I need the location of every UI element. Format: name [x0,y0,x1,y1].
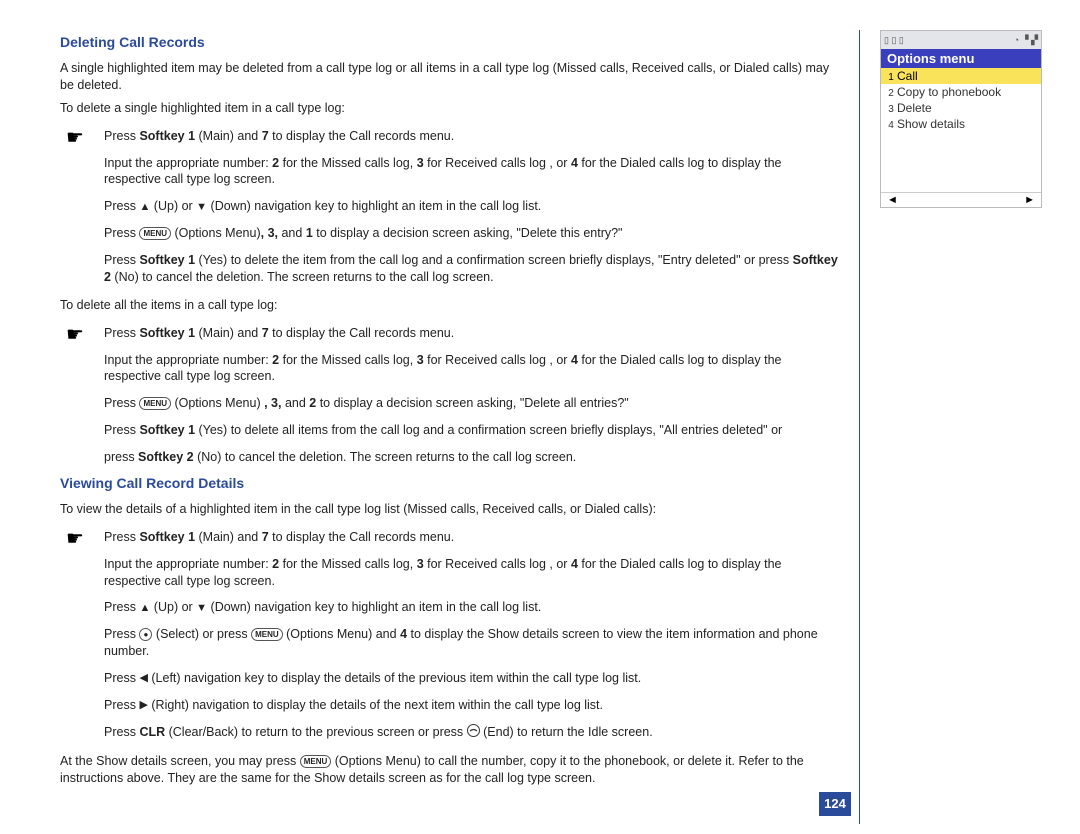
phone-menu-item: 3Delete [881,100,1041,116]
step: Press CLR (Clear/Back) to return to the … [60,719,839,747]
step: Press MENU (Options Menu) , 3, and 2 to … [60,390,839,417]
phone-status-bar: ▯ ▯ ▯ ◔ ▝ ▞ [881,31,1041,49]
phone-screenshot: ▯ ▯ ▯ ◔ ▝ ▞ Options menu 1Call 2Copy to … [880,30,1042,208]
menu-key-icon: MENU [251,628,283,641]
step: Input the appropriate number: 2 for the … [60,347,839,391]
para-lead1: To delete a single highlighted item in a… [60,100,839,117]
phone-menu-item: 2Copy to phonebook [881,84,1041,100]
phone-menu-title: Options menu [881,49,1041,68]
para-intro2: To view the details of a highlighted ite… [60,501,839,518]
step: Input the appropriate number: 2 for the … [60,551,839,595]
end-key-icon [467,724,480,742]
page-number: 124 [819,792,851,816]
step: Press Softkey 1 (Main) and 7 to display … [60,123,839,150]
softkey-right-icon: ► [1024,194,1035,206]
step: Press Softkey 1 (Yes) to delete the item… [60,247,839,291]
step: Input the appropriate number: 2 for the … [60,150,839,194]
left-icon: ◀ [139,671,147,686]
steps-delete-single: Press Softkey 1 (Main) and 7 to display … [60,123,839,291]
step: press Softkey 2 (No) to cancel the delet… [60,444,839,471]
phone-blank-area [881,132,1041,192]
heading-viewing: Viewing Call Record Details [60,475,839,491]
phone-menu-item: 1Call [881,68,1041,84]
menu-key-icon: MENU [139,227,171,240]
step: Press MENU (Options Menu), 3, and 1 to d… [60,220,839,247]
step: Press ▲ (Up) or ▼ (Down) navigation key … [60,594,839,621]
down-icon: ▼ [196,601,207,616]
steps-view: Press Softkey 1 (Main) and 7 to display … [60,524,839,747]
softkey-left-icon: ◄ [887,194,898,206]
sidebar: ▯ ▯ ▯ ◔ ▝ ▞ Options menu 1Call 2Copy to … [860,30,1060,824]
para-outro: At the Show details screen, you may pres… [60,753,839,787]
heading-deleting: Deleting Call Records [60,34,839,50]
para-lead2: To delete all the items in a call type l… [60,297,839,314]
status-icons-right: ◔ ▝ ▞ [1014,35,1038,46]
right-icon: ▶ [139,698,147,713]
main-content: Deleting Call Records A single highlight… [60,30,860,824]
steps-delete-all: Press Softkey 1 (Main) and 7 to display … [60,320,839,471]
up-icon: ▲ [139,200,150,215]
para-intro1: A single highlighted item may be deleted… [60,60,839,94]
phone-softkey-bar: ◄ ► [881,192,1041,207]
status-icons-left: ▯ ▯ ▯ [884,35,904,46]
down-icon: ▼ [196,200,207,215]
step: Press Softkey 1 (Yes) to delete all item… [60,417,839,444]
step: Press Softkey 1 (Main) and 7 to display … [60,524,839,551]
menu-key-icon: MENU [139,397,171,410]
step: Press ◀ (Left) navigation key to display… [60,665,839,692]
step: Press ▶ (Right) navigation to display th… [60,692,839,719]
up-icon: ▲ [139,601,150,616]
step: Press ▲ (Up) or ▼ (Down) navigation key … [60,193,839,220]
phone-menu-item: 4Show details [881,116,1041,132]
menu-key-icon: MENU [300,755,332,768]
step: Press Softkey 1 (Main) and 7 to display … [60,320,839,347]
select-key-icon: ● [139,628,152,641]
step: Press ● (Select) or press MENU (Options … [60,621,839,665]
